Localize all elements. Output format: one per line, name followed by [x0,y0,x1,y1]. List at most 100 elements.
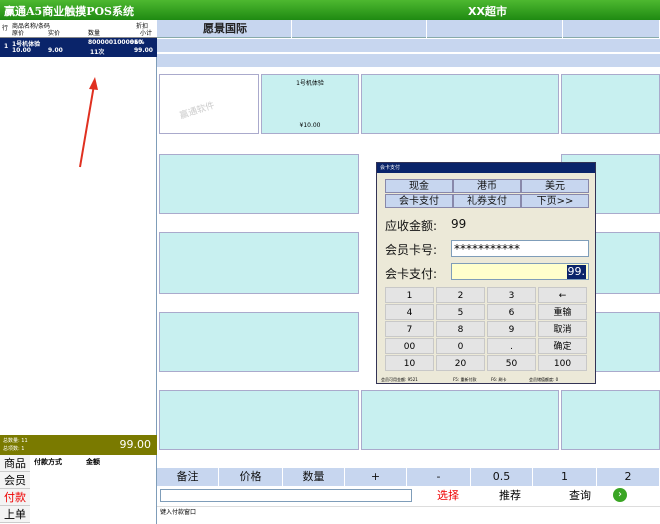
key-50[interactable]: 50 [487,355,536,371]
cart-col-price: 原价 [12,30,25,37]
pay-cash-button[interactable]: 现金 [385,179,453,193]
total-items: 总项数: 1 [3,446,25,452]
key-cancel[interactable]: 取消 [538,321,587,337]
two-button[interactable]: 2 [597,468,660,486]
card-number-label: 会员卡号: [385,243,438,257]
product-tile-empty[interactable] [159,312,359,372]
key-20[interactable]: 20 [436,355,485,371]
svg-text:赢通软件: 赢通软件 [178,99,216,122]
product-tile-empty[interactable] [159,154,359,214]
product-tile-empty[interactable] [361,74,559,134]
brand-watermark-icon: 赢通软件 [178,99,216,122]
cart-panel: 行 商品名称/条码 原价 实价 数量 折扣 小计 1 1号机体验 10.00 9… [0,20,157,524]
minus-button[interactable]: - [407,468,471,486]
next-page-button[interactable]: 下页>> [521,194,589,208]
total-qty: 总数量: 11 [3,438,28,444]
key-8[interactable]: 8 [436,321,485,337]
status-bar: 键入付款窗口 [157,506,660,518]
key-100[interactable]: 100 [538,355,587,371]
payment-panel: 商品 会员 付款 上单 付款方式 金额 [0,455,157,524]
key-9[interactable]: 9 [487,321,536,337]
numeric-keypad: 1 2 3 ← 4 5 6 重输 7 8 9 取消 00 0 . 确定 10 2… [385,287,589,373]
remark-button[interactable]: 备注 [157,468,219,486]
key-5[interactable]: 5 [436,304,485,320]
product-tile-empty[interactable] [561,390,660,450]
key-1[interactable]: 1 [385,287,434,303]
half-button[interactable]: 0.5 [471,468,533,486]
product-tile-empty[interactable] [561,74,660,134]
member-balance: 会员可用金额: 9521 [381,377,418,382]
member-points: 会员储值额度: 0 [529,377,559,382]
query-button[interactable]: 查询 [553,487,607,505]
cart-col-index: 行 [2,25,9,32]
category-row: 愿景国际 [157,20,660,38]
product-tile-empty[interactable] [159,390,359,450]
totals-bar: 总数量: 11 总项数: 1 99.00 [0,435,157,455]
cart-row-price: 10.00 [12,47,31,54]
card-pay-field[interactable]: 99. [451,263,589,280]
key-3[interactable]: 3 [487,287,536,303]
title-bar: 赢通A5商业触摸POS系统 XX超市 [0,0,660,20]
key-2[interactable]: 2 [436,287,485,303]
card-number-field[interactable]: *********** [451,240,589,257]
product-name: 1号机体验 [296,80,324,87]
key-10[interactable]: 10 [385,355,434,371]
tab-goods[interactable]: 商品 [0,455,30,472]
key-confirm[interactable]: 确定 [538,338,587,354]
f5-hint: F5: 重新付款 [453,377,477,382]
key-0[interactable]: 0 [436,338,485,354]
subcategory-row [157,54,660,68]
category-tab[interactable]: 愿景国际 [157,20,292,38]
category-tab-empty[interactable] [292,20,427,38]
key-7[interactable]: 7 [385,321,434,337]
quantity-button[interactable]: 数量 [283,468,345,486]
pay-hkd-button[interactable]: 港币 [453,179,521,193]
select-button[interactable]: 选择 [421,487,475,505]
cart-col-actual: 实价 [48,30,61,37]
subcategory-row [157,39,660,53]
cart-col-qty: 数量 [88,30,101,37]
category-tab-empty[interactable] [427,20,563,38]
key-dot[interactable]: . [487,338,536,354]
tab-payment[interactable]: 付款 [0,489,30,506]
key-reenter[interactable]: 重输 [538,304,587,320]
tab-member[interactable]: 会员 [0,472,30,489]
recommend-button[interactable]: 推荐 [483,487,537,505]
tab-previous-order[interactable]: 上单 [0,506,30,523]
pay-member-card-button[interactable]: 会卡支付 [385,194,453,208]
plus-button[interactable]: + [345,468,407,486]
function-bar: 备注 价格 数量 + - 0.5 1 2 [157,468,660,486]
cart-row-subtotal: 99.00 [134,47,153,54]
cart-col-subtotal: 小计 [140,30,153,37]
product-image-placeholder[interactable]: 赢通软件 [159,74,259,134]
category-tab-empty[interactable] [563,20,660,38]
one-button[interactable]: 1 [533,468,597,486]
search-input[interactable] [160,489,412,502]
card-pay-value: 99. [566,265,586,279]
total-amount: 99.00 [119,438,152,451]
cart-row-actual: 9.00 [48,47,63,54]
amount-due-value: 99 [451,217,467,231]
cart-row[interactable]: 1 1号机体验 10.00 9.00 8000001000010 96% 11次… [0,38,157,57]
pay-usd-button[interactable]: 美元 [521,179,589,193]
key-6[interactable]: 6 [487,304,536,320]
payment-method-header: 付款方式 [34,458,62,466]
go-icon[interactable]: › [613,488,627,502]
action-bar: 选择 推荐 查询 › [157,486,660,506]
app-title: 赢通A5商业触摸POS系统 [4,5,134,18]
card-pay-label: 会卡支付: [385,267,438,281]
product-tile-empty[interactable] [159,232,359,294]
f6-hint: F6: 刷卡 [491,377,507,382]
amount-due-label: 应收金额: [385,219,438,233]
annotation-arrow-icon [79,77,98,168]
cart-row-discount: 96% [130,39,145,46]
pay-gift-voucher-button[interactable]: 礼券支付 [453,194,521,208]
key-00[interactable]: 00 [385,338,434,354]
key-backspace[interactable]: ← [538,287,587,303]
price-button[interactable]: 价格 [219,468,283,486]
key-4[interactable]: 4 [385,304,434,320]
product-tile-empty[interactable] [361,390,559,450]
product-tile[interactable]: 1号机体验 ¥10.00 [261,74,359,134]
cart-row-index: 1 [4,43,9,50]
cart-header: 行 商品名称/条码 原价 实价 数量 折扣 小计 [0,20,157,38]
